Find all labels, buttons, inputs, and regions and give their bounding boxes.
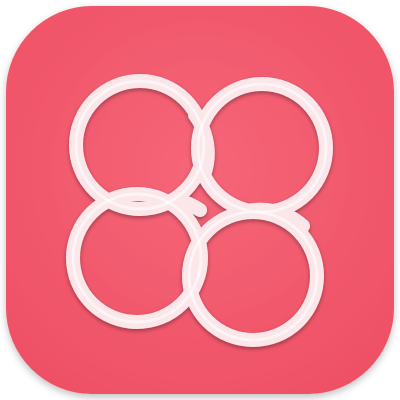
- icon-background: [6, 6, 394, 394]
- app-icon[interactable]: [0, 0, 400, 400]
- icon-canvas: [0, 0, 400, 400]
